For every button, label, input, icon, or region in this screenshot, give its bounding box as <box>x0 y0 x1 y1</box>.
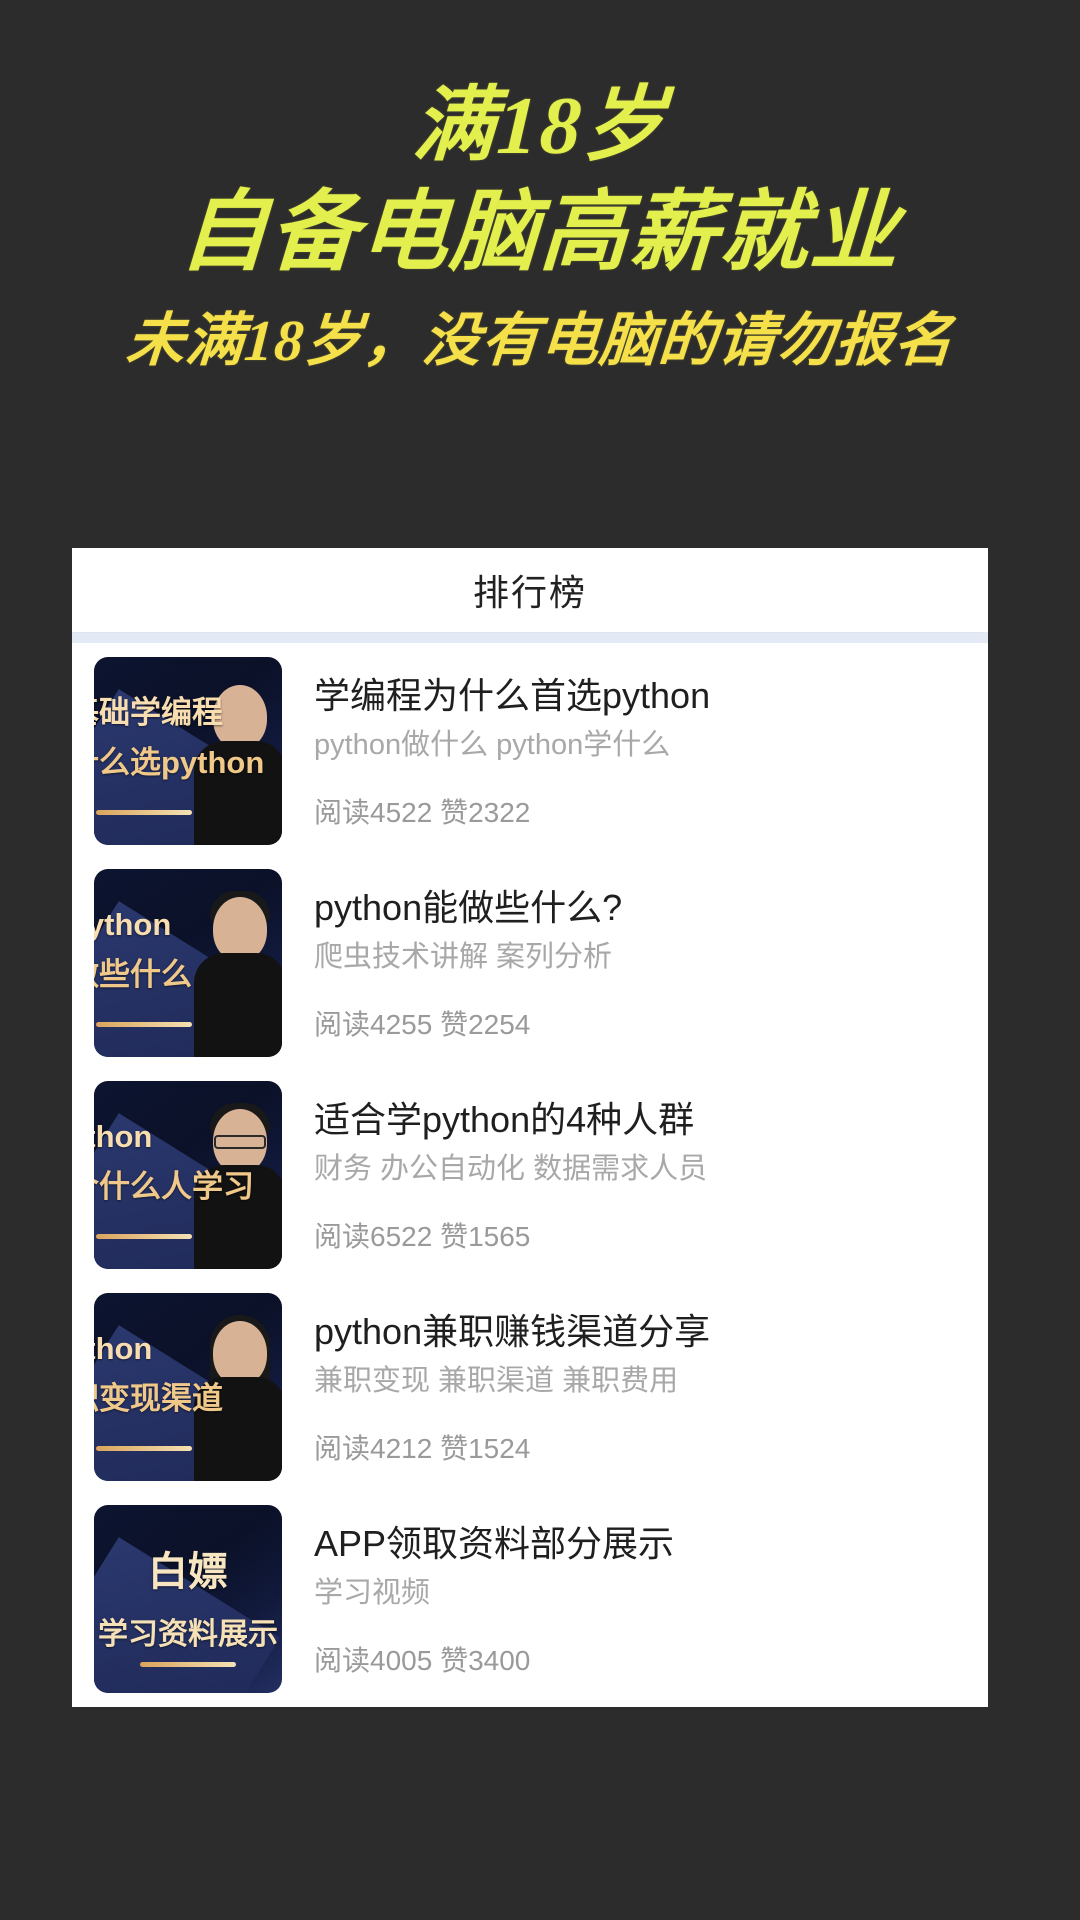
list-item-stats: 阅读4005 赞3400 <box>314 1645 531 1676</box>
thumbnail-underline <box>96 1446 192 1451</box>
thumbnail-underline <box>140 1662 236 1667</box>
thumbnail-caption-line1: 白嫖 <box>148 1550 228 1594</box>
promo-headline-1: 满18岁 <box>410 80 670 171</box>
list-item-body: python能做些什么? 爬虫技术讲解 案列分析 阅读4255 赞2254 <box>282 869 988 1057</box>
list-item-stats: 阅读4255 赞2254 <box>314 1009 531 1040</box>
list-item-stats: 阅读4212 赞1524 <box>314 1433 531 1464</box>
list-item-stats: 阅读6522 赞1565 <box>314 1221 531 1252</box>
thumbnail-art: ython 职变现渠道 <box>94 1293 282 1481</box>
list-item[interactable]: 白嫖 学习资料展示 APP领取资料部分展示 学习视频 阅读4005 赞3400 <box>72 1491 988 1703</box>
list-item-title[interactable]: 学编程为什么首选python <box>314 675 964 717</box>
list-item-body: APP领取资料部分展示学习视频阅读4005 赞3400 <box>282 1505 988 1693</box>
list-item-title[interactable]: 适合学python的4种人群 <box>314 1099 964 1141</box>
thumbnail[interactable]: ython 合什么人学习 <box>94 1081 282 1269</box>
leaderboard-card: 排行榜 基础学编程什么选python 学编程为什么首选python python做什… <box>72 548 988 1707</box>
list-item-title[interactable]: python兼职赚钱渠道分享 <box>314 1311 964 1353</box>
list-item-stats: 阅读4522 赞2322 <box>314 797 531 828</box>
list-item-subtitle: python做什么 python学什么 <box>314 729 671 762</box>
list-item-body: python兼职赚钱渠道分享兼职变现 兼职渠道 兼职费用 阅读4212 赞1524 <box>282 1293 988 1481</box>
ranking-list: 基础学编程什么选python 学编程为什么首选python python做什么 py… <box>72 643 988 1707</box>
thumbnail-caption-line2: 学习资料展示 <box>98 1618 278 1652</box>
thumbnail-caption-line1: ython <box>94 1331 153 1366</box>
thumbnail-caption: 基础学编程什么选python <box>94 693 278 782</box>
thumbnail-caption: ython 合什么人学习 <box>94 1117 278 1206</box>
list-item-subtitle: 兼职变现 兼职渠道 兼职费用 <box>314 1365 679 1398</box>
list-item-subtitle: 爬虫技术讲解 案列分析 <box>314 941 613 974</box>
thumbnail-underline <box>96 1022 192 1027</box>
thumbnail-caption-line1: 基础学编程 <box>94 695 223 730</box>
card-header: 排行榜 <box>72 548 988 632</box>
thumbnail-underline <box>96 810 192 815</box>
thumbnail-art: 基础学编程什么选python <box>94 657 282 845</box>
list-item[interactable]: python 做些什么 python能做些什么? 爬虫技术讲解 案列分析阅读4255 … <box>72 855 988 1067</box>
promo-banner: 满18岁 自备电脑高薪就业 未满18岁，没有电脑的请勿报名 <box>0 0 1080 548</box>
thumbnail-caption-line2: 职变现渠道 <box>94 1380 223 1416</box>
list-item[interactable]: 基础学编程什么选python 学编程为什么首选python python做什么 py… <box>72 643 988 855</box>
thumbnail-art: python 做些什么 <box>94 869 282 1057</box>
list-item[interactable]: ython 职变现渠道 python兼职赚钱渠道分享兼职变现 兼职渠道 兼职费用阅读… <box>72 1279 988 1491</box>
thumbnail-caption-line2: 合什么人学习 <box>94 1168 254 1204</box>
thumbnail-caption-line2: 做些什么 <box>94 956 192 992</box>
thumbnail[interactable]: 基础学编程什么选python <box>94 657 282 845</box>
thumbnail-caption-line1: python <box>94 907 172 942</box>
thumbnail-caption: ython 职变现渠道 <box>94 1329 278 1418</box>
page-title: 排行榜 <box>472 572 587 613</box>
thumbnail-art: 白嫖 学习资料展示 <box>94 1505 282 1693</box>
thumbnail-caption-line2: 什么选python <box>94 744 265 780</box>
list-item-body: 学编程为什么首选python python做什么 python学什么 阅读4522 … <box>282 657 988 845</box>
thumbnail[interactable]: 白嫖 学习资料展示 <box>94 1505 282 1693</box>
list-item-title[interactable]: APP领取资料部分展示 <box>314 1523 964 1565</box>
thumbnail[interactable]: ython 职变现渠道 <box>94 1293 282 1481</box>
header-divider <box>72 632 988 643</box>
list-item-body: 适合学python的4种人群财务 办公自动化 数据需求人员 阅读6522 赞156… <box>282 1081 988 1269</box>
thumbnail-art: ython 合什么人学习 <box>94 1081 282 1269</box>
thumbnail[interactable]: python 做些什么 <box>94 869 282 1057</box>
thumbnail-caption: python 做些什么 <box>94 905 278 994</box>
thumbnail-caption: 白嫖 学习资料展示 <box>94 1547 282 1655</box>
list-item-subtitle: 学习视频 <box>314 1577 431 1610</box>
thumbnail-underline <box>96 1234 192 1239</box>
list-item[interactable]: ython合什么人学习适合学python的4种人群财务 办公自动化 数据需求人员… <box>72 1067 988 1279</box>
promo-subtitle: 未满18岁，没有电脑的请勿报名 <box>124 308 956 373</box>
list-item-subtitle: 财务 办公自动化 数据需求人员 <box>314 1153 708 1186</box>
thumbnail-caption-line1: ython <box>94 1119 153 1154</box>
promo-headline-2: 自备电脑高薪就业 <box>177 185 903 282</box>
list-item-title[interactable]: python能做些什么? <box>314 887 964 929</box>
